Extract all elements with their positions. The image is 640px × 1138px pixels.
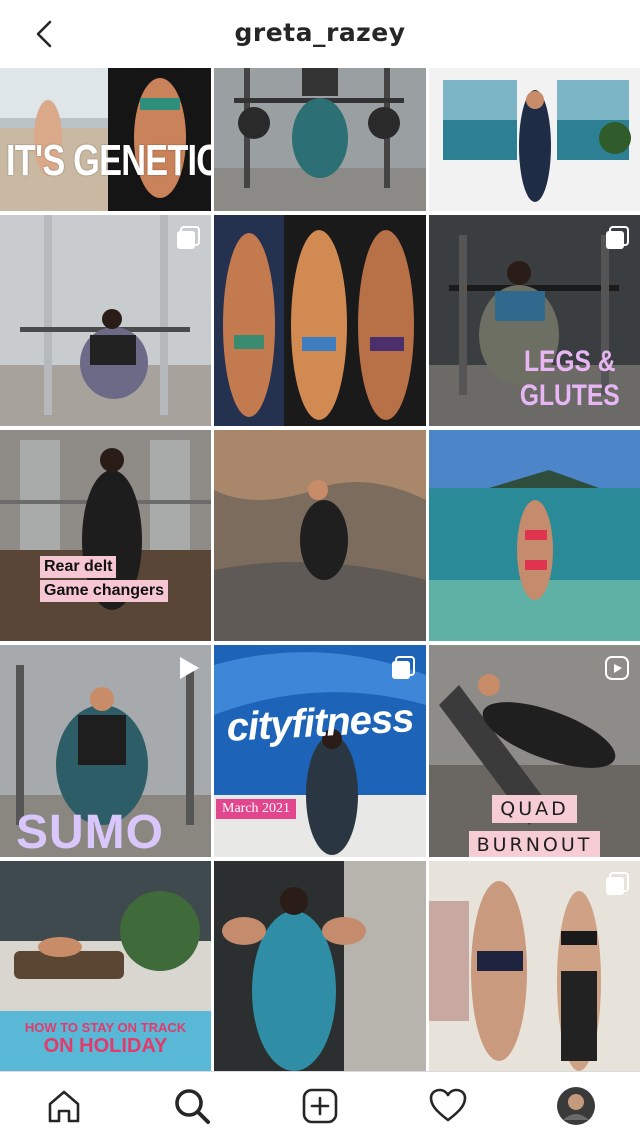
- post-image: [214, 430, 426, 641]
- carousel-icon: [177, 226, 200, 249]
- caption-rear-line2: Game changers: [40, 580, 169, 602]
- instagram-profile-grid-screen: greta_razey IT'S GENETICS: [0, 0, 640, 1138]
- carousel-icon: [606, 226, 629, 249]
- post-thumbnail-beach-red-bikini[interactable]: [429, 430, 640, 641]
- home-icon: [48, 1090, 80, 1123]
- search-button[interactable]: [170, 1084, 214, 1128]
- post-grid: IT'S GENETICS: [0, 68, 640, 1072]
- post-thumbnail-quad-burnout[interactable]: QUAD BURNOUT: [429, 645, 640, 857]
- post-thumbnail-smith-squat[interactable]: [0, 215, 211, 426]
- post-image: [429, 68, 640, 211]
- carousel-icon: [606, 872, 629, 895]
- post-thumbnail-legs-glutes[interactable]: LEGS & GLUTES: [429, 215, 640, 426]
- post-thumbnail-mirror-selfie[interactable]: [429, 861, 640, 1072]
- post-image: [214, 861, 426, 1072]
- caption-quad-burnout: QUAD BURNOUT: [429, 795, 640, 857]
- carousel-icon: [392, 656, 415, 679]
- caption-holiday-line2: ON HOLIDAY: [43, 1035, 168, 1057]
- post-image: [214, 215, 426, 426]
- caption-march-2021: March 2021: [216, 799, 297, 819]
- post-thumbnail-rocks[interactable]: [214, 430, 426, 641]
- caption-sumo: SUMO: [16, 806, 164, 857]
- caption-rear-delt: Rear delt Game changers: [40, 556, 169, 604]
- home-button[interactable]: [42, 1084, 86, 1128]
- post-thumbnail-bikini-posing[interactable]: [214, 215, 426, 426]
- post-image: [0, 430, 211, 641]
- activity-button[interactable]: [426, 1084, 470, 1128]
- caption-rear-line1: Rear delt: [40, 556, 117, 578]
- new-post-icon: [302, 1088, 338, 1124]
- post-thumbnail-genetics[interactable]: IT'S GENETICS: [0, 68, 211, 211]
- profile-avatar: [557, 1087, 595, 1125]
- search-icon: [175, 1089, 210, 1124]
- post-image: [429, 430, 640, 641]
- caption-legs-line2: GLUTES: [520, 379, 620, 412]
- post-thumbnail-rear-delt[interactable]: Rear delt Game changers: [0, 430, 211, 641]
- reel-icon: [605, 656, 629, 680]
- post-thumbnail-window-ocean[interactable]: [429, 68, 640, 211]
- caption-holiday: HOW TO STAY ON TRACK ON HOLIDAY: [0, 1019, 211, 1057]
- caption-genetics: IT'S GENETICS: [6, 136, 211, 185]
- post-thumbnail-cityfitness[interactable]: cityfitness March 2021: [214, 645, 426, 857]
- caption-legs-glutes: LEGS & GLUTES: [520, 345, 620, 413]
- post-thumbnail-gym-squat-rack[interactable]: [214, 68, 426, 211]
- bottom-navigation: [0, 1071, 640, 1138]
- profile-username-title: greta_razey: [234, 18, 406, 47]
- post-image: [214, 68, 426, 211]
- post-thumbnail-holiday-pool[interactable]: HOW TO STAY ON TRACK ON HOLIDAY: [0, 861, 211, 1072]
- caption-quad-line1: QUAD: [492, 795, 577, 823]
- top-bar: greta_razey: [0, 0, 640, 68]
- activity-heart-icon: [429, 1088, 467, 1122]
- post-thumbnail-sumo[interactable]: SUMO: [0, 645, 211, 857]
- caption-legs-line1: LEGS &: [524, 345, 616, 378]
- video-play-icon: [180, 657, 199, 679]
- caption-quad-line2: BURNOUT: [468, 831, 601, 857]
- post-thumbnail-back-flex[interactable]: [214, 861, 426, 1072]
- new-post-button[interactable]: [298, 1084, 342, 1128]
- profile-button[interactable]: [554, 1084, 598, 1128]
